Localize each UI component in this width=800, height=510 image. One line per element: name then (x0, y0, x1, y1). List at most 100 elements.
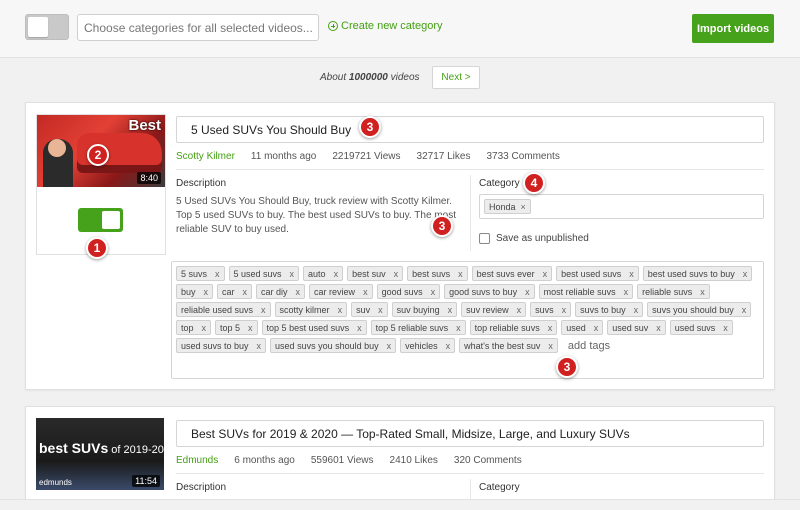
tag-label: suvs to buy (580, 305, 626, 315)
add-tags-input[interactable]: add tags (568, 340, 610, 352)
remove-tag-icon[interactable]: x (334, 269, 339, 279)
remove-tag-icon[interactable]: x (656, 323, 661, 333)
remove-tag-icon[interactable]: x (394, 269, 399, 279)
video-title-input[interactable] (176, 116, 764, 143)
remove-tag-icon[interactable]: x (634, 305, 639, 315)
tag-chip: car diy x (256, 284, 306, 299)
remove-tag-icon[interactable]: x (261, 305, 266, 315)
toggle-knob (102, 211, 120, 229)
tag-chip: reliable used suvs x (176, 302, 271, 317)
remove-tag-icon[interactable]: x (257, 341, 262, 351)
remove-tag-icon[interactable]: x (296, 287, 301, 297)
remove-tag-icon[interactable]: x (248, 323, 253, 333)
remove-tag-icon[interactable]: x (363, 287, 368, 297)
tag-chip: top 5 x (215, 320, 258, 335)
category-chip: Honda × (484, 199, 531, 214)
remove-tag-icon[interactable]: x (624, 287, 629, 297)
tag-chip: used suvs you should buy x (270, 338, 397, 353)
remove-tag-icon[interactable]: x (456, 323, 461, 333)
remove-tag-icon[interactable]: x (743, 269, 748, 279)
remove-tag-icon[interactable]: x (548, 323, 553, 333)
remove-tag-icon[interactable]: x (431, 287, 436, 297)
tag-label: car (222, 287, 235, 297)
remove-tag-icon[interactable]: x (700, 287, 705, 297)
remove-tag-icon[interactable]: x (448, 305, 453, 315)
remove-tag-icon[interactable]: x (458, 269, 463, 279)
tag-chip: used suvs x (669, 320, 733, 335)
save-unpublished-option[interactable]: Save as unpublished (479, 233, 589, 244)
tag-chip: good suvs to buy x (444, 284, 535, 299)
channel-link[interactable]: Edmunds (176, 455, 218, 466)
tags-input[interactable]: 5 suvs x 5 used suvs x auto x best suv x best su… (171, 261, 764, 379)
remove-tag-icon[interactable]: x (204, 287, 209, 297)
tag-label: used (566, 323, 586, 333)
remove-tag-icon[interactable]: x (723, 323, 728, 333)
tag-label: top 5 best used suvs (266, 323, 350, 333)
select-all-toggle[interactable] (25, 14, 69, 40)
tag-chip: what's the best suv x (459, 338, 558, 353)
create-category-label: Create new category (341, 20, 443, 32)
view-count: 2219721 Views (332, 151, 401, 162)
remove-tag-icon[interactable]: x (594, 323, 599, 333)
remove-tag-icon[interactable]: x (629, 269, 634, 279)
remove-tag-icon[interactable]: x (525, 287, 530, 297)
thumbnail-panel: Best 8:40 (36, 114, 166, 255)
annotation-marker-3: 3 (431, 215, 453, 237)
video-title-input[interactable] (176, 420, 764, 447)
video-meta: Scotty Kilmer 11 months ago 2219721 View… (176, 150, 764, 170)
tag-chip: auto x (303, 266, 344, 281)
remove-chip-icon[interactable]: × (521, 202, 526, 212)
tag-chip: best used suvs to buy x (642, 266, 753, 281)
remove-tag-icon[interactable]: x (562, 305, 567, 315)
category-input[interactable]: Honda × (479, 194, 764, 219)
tag-chip: most reliable suvs x (538, 284, 634, 299)
tag-label: best suvs (412, 269, 451, 279)
create-category-link[interactable]: Create new category (328, 20, 443, 32)
tag-label: top 5 (220, 323, 241, 333)
remove-tag-icon[interactable]: x (215, 269, 220, 279)
remove-tag-icon[interactable]: x (742, 305, 747, 315)
tag-chip: 5 used suvs x (228, 266, 300, 281)
remove-tag-icon[interactable]: x (290, 269, 295, 279)
tag-label: top reliable suvs (474, 323, 540, 333)
video-thumbnail[interactable]: best SUVs of 2019-20 edmunds 11:54 (36, 418, 164, 490)
tag-chip: reliable suvs x (637, 284, 710, 299)
select-video-toggle[interactable] (78, 208, 123, 232)
tag-label: best suvs ever (476, 269, 535, 279)
tag-chip: top reliable suvs x (469, 320, 558, 335)
remove-tag-icon[interactable]: x (548, 341, 553, 351)
remove-tag-icon[interactable]: x (387, 341, 392, 351)
video-meta: Edmunds 6 months ago 559601 Views 2410 L… (176, 454, 764, 474)
tag-label: suv buying (396, 305, 440, 315)
tag-label: buy (181, 287, 196, 297)
tag-chip: top 5 best used suvs x (261, 320, 367, 335)
duration-badge: 11:54 (132, 475, 160, 487)
remove-tag-icon[interactable]: x (517, 305, 522, 315)
tag-list: 5 suvs x 5 used suvs x auto x best suv x best su… (176, 266, 761, 353)
unpublished-label: Save as unpublished (496, 233, 589, 244)
remove-tag-icon[interactable]: x (378, 305, 383, 315)
like-count: 2410 Likes (389, 455, 438, 466)
tag-chip: best suvs x (407, 266, 468, 281)
remove-tag-icon[interactable]: x (243, 287, 248, 297)
description-text[interactable]: 5 Used SUVs You Should Buy, truck review… (176, 195, 461, 237)
remove-tag-icon[interactable]: x (338, 305, 343, 315)
description-label: Description (176, 482, 227, 493)
channel-link[interactable]: Scotty Kilmer (176, 151, 235, 162)
remove-tag-icon[interactable]: x (202, 323, 207, 333)
remove-tag-icon[interactable]: x (446, 341, 451, 351)
tag-chip: used suvs to buy x (176, 338, 267, 353)
tag-label: auto (308, 269, 326, 279)
tag-chip: car review x (309, 284, 373, 299)
tag-chip: top x (176, 320, 212, 335)
tag-chip: suv review x (461, 302, 527, 317)
annotation-marker-3: 3 (359, 116, 381, 138)
import-videos-button[interactable]: Import videos (692, 14, 774, 43)
bulk-category-input[interactable] (77, 14, 319, 41)
next-page-button[interactable]: Next > (432, 66, 480, 89)
divider (470, 175, 471, 251)
unpublished-checkbox[interactable] (479, 233, 490, 244)
remove-tag-icon[interactable]: x (357, 323, 362, 333)
remove-tag-icon[interactable]: x (543, 269, 548, 279)
tag-label: most reliable suvs (543, 287, 616, 297)
